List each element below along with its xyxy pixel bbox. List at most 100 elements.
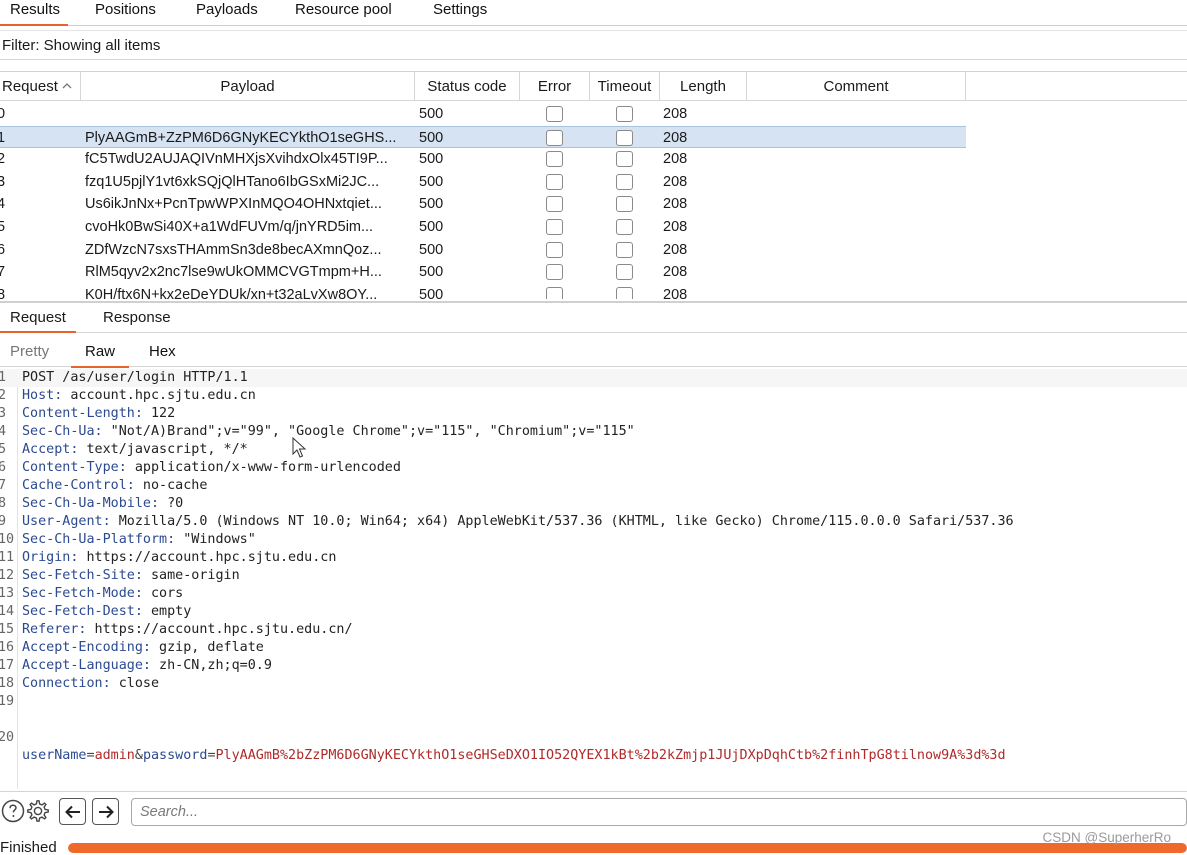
request-line: 15 Referer: https://account.hpc.sjtu.edu.… bbox=[0, 621, 1187, 639]
column-header-request[interactable]: Request bbox=[0, 72, 81, 101]
cell-request: 7 bbox=[0, 261, 17, 283]
request-response-tabs: Request Response bbox=[0, 301, 1187, 333]
tab-raw[interactable]: Raw bbox=[70, 343, 130, 368]
line-content: Sec-Fetch-Mode: cors bbox=[22, 585, 183, 603]
cell-status-code: 500 bbox=[419, 286, 444, 299]
search-input[interactable] bbox=[131, 798, 1187, 826]
timeout-checkbox[interactable] bbox=[616, 196, 633, 213]
timeout-checkbox[interactable] bbox=[616, 264, 633, 281]
request-line: 8 Sec-Ch-Ua-Mobile: ?0 bbox=[0, 495, 1187, 513]
error-checkbox[interactable] bbox=[546, 151, 563, 168]
error-checkbox[interactable] bbox=[546, 264, 563, 281]
timeout-checkbox[interactable] bbox=[616, 241, 633, 258]
table-row[interactable]: 5 cvoHk0BwSi40X+a1WdFUVm/q/jnYRD5im... 500… bbox=[0, 216, 966, 239]
error-checkbox[interactable] bbox=[546, 106, 563, 122]
cell-request: 4 bbox=[0, 193, 17, 215]
help-icon[interactable] bbox=[0, 798, 26, 824]
header-value: no-cache bbox=[134, 478, 208, 493]
timeout-checkbox[interactable] bbox=[616, 173, 633, 190]
column-header-comment[interactable]: Comment bbox=[747, 72, 966, 101]
settings-gear-icon[interactable] bbox=[25, 798, 51, 824]
header-name: Connection: bbox=[22, 676, 111, 691]
cell-payload: Us6ikJnNx+PcnTpwWPXInMQO4OHNxtqiet... bbox=[85, 196, 382, 213]
table-row[interactable]: 0 500 208 bbox=[0, 103, 966, 126]
line-number: 3 bbox=[0, 406, 7, 421]
request-line: 19 bbox=[0, 693, 1187, 711]
header-value: cors bbox=[142, 586, 184, 601]
header-name: Host: bbox=[22, 388, 63, 403]
timeout-checkbox[interactable] bbox=[616, 219, 633, 235]
param-name-username: userName bbox=[22, 748, 87, 763]
column-header-error[interactable]: Error bbox=[520, 72, 590, 101]
line-content: User-Agent: Mozilla/5.0 (Windows NT 10.0… bbox=[22, 513, 1014, 531]
line-number: 10 bbox=[0, 532, 15, 547]
timeout-checkbox[interactable] bbox=[616, 151, 633, 168]
tab-settings[interactable]: Settings bbox=[433, 0, 487, 24]
cell-status-code: 500 bbox=[419, 173, 444, 190]
line-content: Origin: https://account.hpc.sjtu.edu.cn bbox=[22, 549, 336, 567]
column-header-length[interactable]: Length bbox=[660, 72, 747, 101]
timeout-checkbox[interactable] bbox=[616, 106, 633, 122]
error-checkbox[interactable] bbox=[546, 129, 563, 146]
request-body-line: 20 userName=admin&password=PlyAAGmB%2bZz… bbox=[0, 711, 1187, 763]
error-checkbox[interactable] bbox=[546, 219, 563, 235]
header-name: Referer: bbox=[22, 622, 87, 637]
column-header-request-label: Request bbox=[2, 78, 58, 95]
tab-hex[interactable]: Hex bbox=[149, 343, 176, 360]
line-number: 8 bbox=[0, 496, 7, 511]
tab-positions[interactable]: Positions bbox=[95, 0, 156, 24]
watermark-text: CSDN @SuperherRo bbox=[1042, 830, 1171, 845]
table-row[interactable]: 2 fC5TwdU2AUJAQIVnMHXjsXvihdxOlx45TI9P...… bbox=[0, 148, 966, 171]
next-arrow-button[interactable] bbox=[92, 798, 119, 825]
table-row[interactable]: 6 ZDfWzcN7sxsTHAmmSn3de8becAXmnQoz... 500 2… bbox=[0, 239, 966, 262]
tab-results[interactable]: Results bbox=[0, 0, 69, 26]
line-content: Connection: close bbox=[22, 675, 159, 693]
timeout-checkbox[interactable] bbox=[616, 286, 633, 299]
column-header-payload[interactable]: Payload bbox=[81, 72, 415, 101]
header-value: "Not/A)Brand";v="99", "Google Chrome";v=… bbox=[102, 424, 635, 439]
line-content: Accept-Language: zh-CN,zh;q=0.9 bbox=[22, 657, 272, 675]
previous-arrow-button[interactable] bbox=[59, 798, 86, 825]
line-content: Accept: text/javascript, */* bbox=[22, 441, 248, 459]
error-checkbox[interactable] bbox=[546, 286, 563, 299]
error-checkbox[interactable] bbox=[546, 241, 563, 258]
line-number: 20 bbox=[0, 730, 15, 745]
line-number: 7 bbox=[0, 478, 7, 493]
cell-status-code: 500 bbox=[419, 241, 444, 258]
tab-request[interactable]: Request bbox=[0, 309, 76, 333]
table-row[interactable]: 3 fzq1U5pjlY1vt6xkSQjQlHTano6IbGSxMi2JC..… bbox=[0, 171, 966, 194]
tab-response[interactable]: Response bbox=[103, 309, 171, 326]
cell-status-code: 500 bbox=[419, 106, 444, 122]
header-value: close bbox=[110, 676, 160, 691]
tab-resource-pool[interactable]: Resource pool bbox=[295, 0, 392, 24]
header-name: Origin: bbox=[22, 550, 79, 565]
table-row[interactable]: 7 RlM5qyv2x2nc7lse9wUkOMMCVGTmpm+H... 500 2… bbox=[0, 261, 966, 284]
cell-payload: PlyAAGmB+ZzPM6D6GNyKECYkthO1seGHS... bbox=[85, 129, 397, 146]
table-row[interactable]: 1 PlyAAGmB+ZzPM6D6GNyKECYkthO1seGHS... 500… bbox=[0, 125, 966, 149]
line-number: 12 bbox=[0, 568, 15, 583]
column-header-timeout[interactable]: Timeout bbox=[590, 72, 660, 101]
error-checkbox[interactable] bbox=[546, 196, 563, 213]
table-row[interactable]: 4 Us6ikJnNx+PcnTpwWPXInMQO4OHNxtqiet... 50… bbox=[0, 193, 966, 216]
header-value: same-origin bbox=[142, 568, 240, 583]
tab-pretty[interactable]: Pretty bbox=[10, 343, 49, 360]
column-header-status-code[interactable]: Status code bbox=[415, 72, 520, 101]
line-number: 1 bbox=[0, 370, 7, 385]
cell-length: 208 bbox=[663, 106, 688, 122]
header-name: Sec-Ch-Ua-Mobile: bbox=[22, 496, 160, 511]
cell-payload bbox=[85, 103, 415, 125]
timeout-checkbox[interactable] bbox=[616, 129, 633, 146]
tab-payloads[interactable]: Payloads bbox=[196, 0, 258, 24]
filter-bar[interactable]: Filter: Showing all items bbox=[0, 30, 1187, 60]
request-editor[interactable]: 1 POST /as/user/login HTTP/1.1 2 Host: acco… bbox=[0, 369, 1187, 789]
request-line: 6 Content-Type: application/x-www-form-ur… bbox=[0, 459, 1187, 477]
table-row[interactable]: 8 K0H/ftx6N+kx2eDeYDUk/xn+t32aLvXw8OY... 5… bbox=[0, 284, 966, 299]
arrow-left-icon bbox=[64, 805, 80, 818]
request-line: 18 Connection: close bbox=[0, 675, 1187, 693]
param-value-username: admin bbox=[94, 748, 135, 763]
request-line: 11 Origin: https://account.hpc.sjtu.edu.c… bbox=[0, 549, 1187, 567]
header-value: text/javascript, */* bbox=[78, 442, 248, 457]
error-checkbox[interactable] bbox=[546, 173, 563, 190]
cell-status-code: 500 bbox=[419, 129, 444, 146]
cell-length: 208 bbox=[663, 129, 688, 146]
